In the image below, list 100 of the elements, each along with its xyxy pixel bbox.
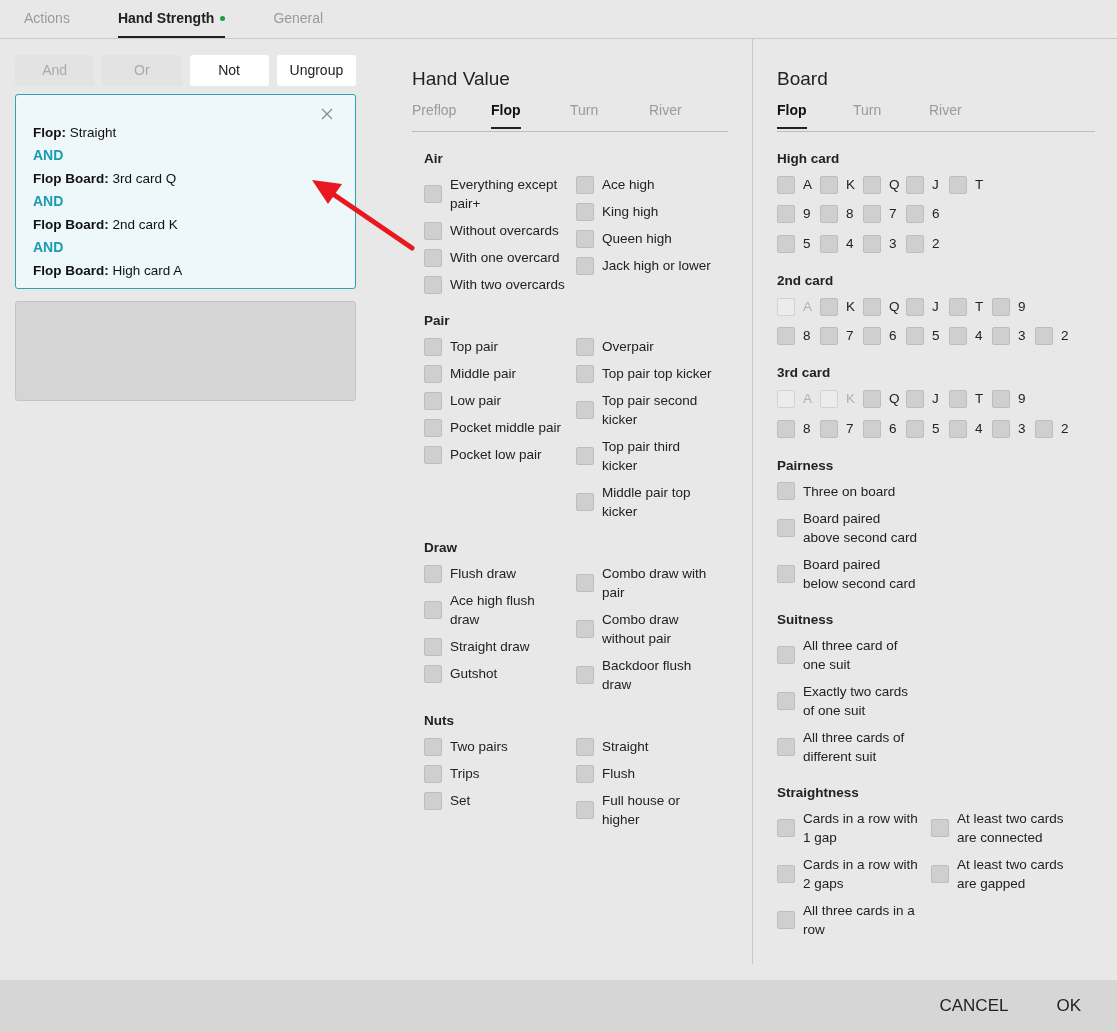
checkbox[interactable] bbox=[576, 620, 594, 638]
checkbox[interactable] bbox=[777, 645, 795, 664]
option-label: Cards in a row with 1 gap bbox=[803, 809, 919, 847]
checkbox[interactable] bbox=[576, 202, 594, 221]
checkbox[interactable] bbox=[863, 205, 881, 224]
checkbox[interactable] bbox=[777, 327, 795, 346]
checkbox[interactable] bbox=[992, 327, 1010, 346]
checkbox[interactable] bbox=[820, 205, 838, 224]
checkbox[interactable] bbox=[820, 234, 838, 253]
checkbox[interactable] bbox=[576, 737, 594, 756]
checkbox[interactable] bbox=[777, 864, 795, 883]
close-icon[interactable] bbox=[321, 108, 333, 120]
checkbox[interactable] bbox=[424, 664, 442, 683]
sub-tab[interactable]: Flop bbox=[777, 97, 853, 132]
checkbox[interactable] bbox=[777, 205, 795, 224]
checkbox[interactable] bbox=[424, 737, 442, 756]
checkbox[interactable] bbox=[424, 391, 442, 410]
sub-tab[interactable]: Turn bbox=[570, 97, 649, 132]
checkbox[interactable] bbox=[576, 364, 594, 383]
checkbox[interactable] bbox=[777, 234, 795, 253]
checkbox[interactable] bbox=[424, 418, 442, 437]
checkbox[interactable] bbox=[1035, 327, 1053, 346]
sub-tab[interactable]: River bbox=[929, 97, 1005, 132]
checkbox[interactable] bbox=[424, 248, 442, 267]
checkbox[interactable] bbox=[992, 297, 1010, 316]
sub-tab[interactable]: Preflop bbox=[412, 97, 491, 132]
checkbox[interactable] bbox=[576, 175, 594, 194]
checkbox[interactable] bbox=[576, 574, 594, 592]
checkbox[interactable] bbox=[1035, 419, 1053, 438]
checkbox[interactable] bbox=[424, 221, 442, 240]
checkbox[interactable] bbox=[576, 801, 594, 819]
checkbox[interactable] bbox=[820, 176, 838, 195]
checkbox[interactable] bbox=[863, 176, 881, 195]
checkbox[interactable] bbox=[576, 493, 594, 511]
checkbox[interactable] bbox=[949, 176, 967, 195]
checkbox[interactable] bbox=[906, 205, 924, 224]
checkbox[interactable] bbox=[863, 390, 881, 409]
checkbox[interactable] bbox=[424, 275, 442, 294]
tab[interactable]: Actions bbox=[24, 0, 70, 38]
checkbox[interactable] bbox=[949, 390, 967, 409]
checkbox[interactable] bbox=[576, 764, 594, 783]
checkbox[interactable] bbox=[906, 176, 924, 195]
sub-tab[interactable]: Turn bbox=[853, 97, 929, 132]
checkbox[interactable] bbox=[777, 818, 795, 837]
checkbox[interactable] bbox=[576, 337, 594, 356]
dialog-button[interactable]: OK bbox=[1056, 993, 1081, 1019]
checkbox[interactable] bbox=[424, 601, 442, 619]
condition-text: Flop Board: 3rd card Q bbox=[33, 170, 178, 188]
option-label: Pocket middle pair bbox=[450, 419, 563, 437]
checkbox[interactable] bbox=[949, 327, 967, 346]
checkbox[interactable] bbox=[576, 256, 594, 275]
checkbox[interactable] bbox=[576, 447, 594, 465]
checkbox[interactable] bbox=[931, 818, 949, 837]
checkbox[interactable] bbox=[424, 637, 442, 656]
toolbar-button[interactable]: Not bbox=[189, 55, 269, 86]
checkbox[interactable] bbox=[424, 185, 442, 203]
checkbox[interactable] bbox=[863, 327, 881, 346]
tab[interactable]: Hand Strength bbox=[117, 0, 226, 38]
checkbox[interactable] bbox=[931, 864, 949, 883]
checkbox[interactable] bbox=[949, 419, 967, 438]
checkbox[interactable] bbox=[424, 364, 442, 383]
checkbox[interactable] bbox=[777, 482, 795, 501]
checkbox[interactable] bbox=[576, 401, 594, 419]
dialog-button[interactable]: CANCEL bbox=[939, 993, 1009, 1019]
checkbox[interactable] bbox=[949, 297, 967, 316]
checkbox[interactable] bbox=[777, 419, 795, 438]
checkbox[interactable] bbox=[992, 419, 1010, 438]
checkbox[interactable] bbox=[863, 297, 881, 316]
checkbox[interactable] bbox=[777, 910, 795, 929]
card-rank-label: 8 bbox=[803, 419, 811, 438]
checkbox[interactable] bbox=[992, 390, 1010, 409]
checkbox[interactable] bbox=[906, 419, 924, 438]
sub-tab[interactable]: Flop bbox=[491, 97, 570, 132]
checkbox[interactable] bbox=[906, 327, 924, 346]
section-title: Board bbox=[777, 67, 829, 91]
toolbar-button[interactable]: Ungroup bbox=[276, 55, 356, 86]
checkbox[interactable] bbox=[820, 419, 838, 438]
checkbox[interactable] bbox=[424, 445, 442, 464]
checkbox[interactable] bbox=[777, 564, 795, 583]
checkbox[interactable] bbox=[820, 297, 838, 316]
condition-group-card[interactable]: Flop: Straight AND Flop Board: 3rd card Q AND Flop Board: 2nd card K AND Flop Board: High card A bbox=[15, 94, 356, 289]
sub-tab[interactable]: River bbox=[649, 97, 728, 132]
checkbox[interactable] bbox=[863, 419, 881, 438]
checkbox[interactable] bbox=[424, 337, 442, 356]
checkbox[interactable] bbox=[576, 666, 594, 684]
checkbox[interactable] bbox=[424, 564, 442, 583]
checkbox[interactable] bbox=[777, 176, 795, 195]
tab[interactable]: General bbox=[273, 0, 324, 38]
checkbox[interactable] bbox=[424, 764, 442, 783]
checkbox[interactable] bbox=[777, 691, 795, 710]
checkbox[interactable] bbox=[424, 791, 442, 810]
checkbox[interactable] bbox=[863, 234, 881, 253]
checkbox[interactable] bbox=[906, 234, 924, 253]
option-label: Top pair bbox=[450, 338, 500, 356]
checkbox[interactable] bbox=[820, 327, 838, 346]
checkbox[interactable] bbox=[777, 737, 795, 756]
checkbox[interactable] bbox=[777, 518, 795, 537]
checkbox[interactable] bbox=[906, 297, 924, 316]
checkbox[interactable] bbox=[906, 390, 924, 409]
checkbox[interactable] bbox=[576, 229, 594, 248]
